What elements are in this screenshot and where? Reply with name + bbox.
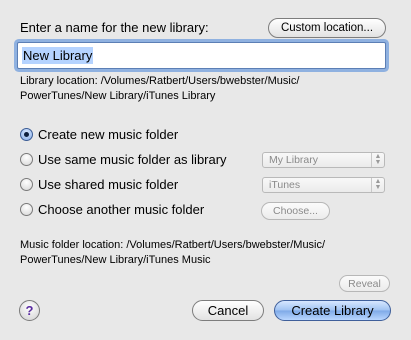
name-prompt-label: Enter a name for the new library: — [20, 20, 209, 35]
option-label: Choose another music folder — [38, 201, 205, 217]
choose-folder-button[interactable]: Choose... — [261, 202, 330, 220]
radio-icon[interactable] — [20, 152, 33, 166]
music-location-line1: Music folder location: /Volumes/Ratbert/… — [20, 239, 326, 251]
option-use-same-folder[interactable]: Use same music folder as library — [20, 150, 227, 168]
option-label: Create new music folder — [38, 126, 179, 142]
same-folder-popup-value: My Library — [269, 154, 319, 166]
custom-location-button[interactable]: Custom location... — [268, 18, 386, 38]
library-name-field[interactable]: New Library — [17, 42, 386, 69]
library-location-line1: Library location: /Volumes/Ratbert/Users… — [20, 75, 300, 87]
library-location-line2: PowerTunes/New Library/iTunes Library — [20, 90, 216, 102]
shared-folder-popup-value: iTunes — [269, 179, 301, 191]
radio-icon[interactable] — [20, 177, 33, 191]
popup-arrows-icon: ▲ ▼ — [371, 178, 384, 192]
popup-arrows-icon: ▲ ▼ — [371, 153, 384, 167]
radio-icon[interactable] — [20, 202, 33, 216]
library-name-value: New Library — [22, 47, 94, 64]
option-label: Use shared music folder — [38, 176, 179, 192]
help-icon[interactable]: ? — [19, 300, 40, 321]
option-label: Use same music folder as library — [38, 151, 227, 167]
shared-folder-popup[interactable]: iTunes ▲ ▼ — [262, 177, 385, 193]
option-choose-another-folder[interactable]: Choose another music folder — [20, 200, 204, 218]
radio-selected-icon[interactable] — [20, 127, 33, 141]
create-library-button[interactable]: Create Library — [274, 300, 391, 321]
reveal-button[interactable]: Reveal — [339, 275, 390, 292]
same-folder-popup[interactable]: My Library ▲ ▼ — [262, 152, 385, 168]
cancel-button[interactable]: Cancel — [192, 300, 264, 321]
option-use-shared-folder[interactable]: Use shared music folder — [20, 175, 178, 193]
music-location-line2: PowerTunes/New Library/iTunes Music — [20, 254, 211, 266]
option-create-new-folder[interactable]: Create new music folder — [20, 125, 178, 143]
